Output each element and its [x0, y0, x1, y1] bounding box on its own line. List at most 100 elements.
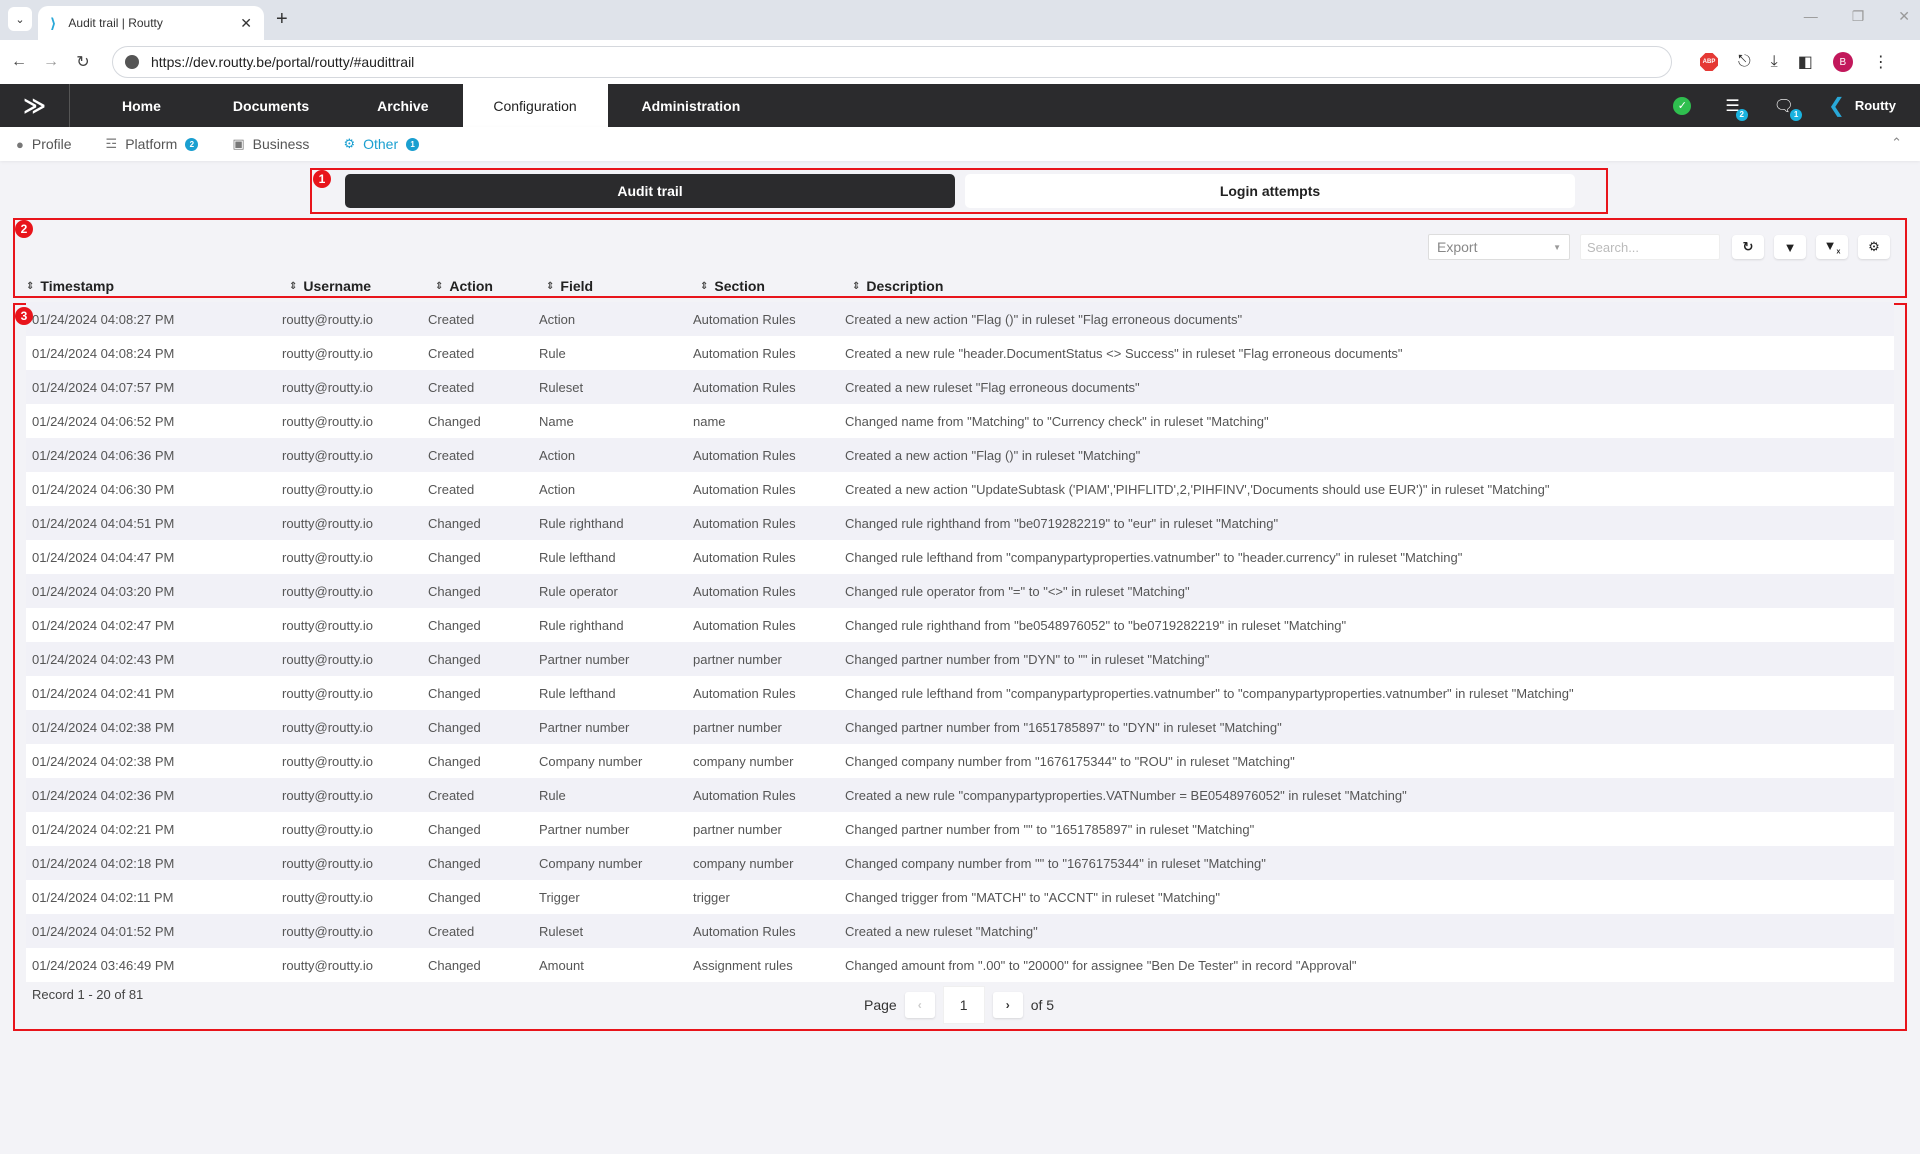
cell-description: Changed trigger from "MATCH" to "ACCNT" …: [845, 889, 1220, 905]
address-bar[interactable]: https://dev.routty.be/portal/routty/#aud…: [112, 46, 1672, 78]
cell-timestamp: 01/24/2024 04:02:38 PM: [32, 753, 175, 769]
cell-timestamp: 01/24/2024 04:06:36 PM: [32, 447, 175, 463]
table-row[interactable]: 01/24/2024 04:01:52 PM routty@routty.io Cr…: [26, 914, 1894, 948]
record-info: Record 1 - 20 of 81: [32, 987, 144, 1002]
filter-button[interactable]: ▼: [1774, 235, 1806, 259]
minimize-icon[interactable]: —: [1804, 8, 1818, 25]
table-row[interactable]: 01/24/2024 04:02:21 PM routty@routty.io Ch…: [26, 812, 1894, 846]
cell-action: Changed: [428, 957, 481, 973]
close-tab-icon[interactable]: ✕: [240, 15, 252, 32]
table-header: ⇕ Timestamp ⇕ Username ⇕ Action ⇕ Field ⇕ Sec…: [26, 275, 1886, 297]
nav-archive[interactable]: Archive: [343, 84, 462, 127]
cell-action: Created: [428, 379, 475, 395]
download-icon[interactable]: ⤓: [1771, 53, 1778, 71]
table-row[interactable]: 01/24/2024 04:06:52 PM routty@routty.io Ch…: [26, 404, 1894, 438]
cell-action: Changed: [428, 685, 481, 701]
search-input[interactable]: [1580, 234, 1720, 260]
column-label: Username: [303, 278, 372, 294]
table-row[interactable]: 01/24/2024 04:08:27 PM routty@routty.io Cr…: [26, 302, 1894, 336]
page-label: Page: [864, 997, 897, 1013]
reload-icon[interactable]: ↻: [74, 52, 92, 72]
messages-button[interactable]: 🗨 1: [1774, 96, 1803, 121]
subnav-platform[interactable]: ☲ Platform 2: [106, 136, 199, 152]
chevron-down-icon: ⌄: [15, 13, 25, 26]
new-tab-button[interactable]: +: [276, 8, 288, 31]
table-row[interactable]: 01/24/2024 04:02:47 PM routty@routty.io Ch…: [26, 608, 1894, 642]
table-row[interactable]: 01/24/2024 04:02:38 PM routty@routty.io Ch…: [26, 710, 1894, 744]
column-section[interactable]: ⇕ Section: [700, 275, 852, 297]
column-timestamp[interactable]: ⇕ Timestamp: [26, 275, 289, 297]
cell-field: Company number: [539, 753, 643, 769]
window-close-icon[interactable]: ✕: [1898, 8, 1910, 25]
browser-tab[interactable]: ⟩ Audit trail | Routty ✕: [38, 6, 264, 40]
back-icon[interactable]: ←: [10, 53, 28, 71]
subnav-business[interactable]: ▣ Business: [232, 136, 309, 152]
extensions-icon[interactable]: ⎋: [1738, 53, 1751, 71]
table-row[interactable]: 01/24/2024 04:02:38 PM routty@routty.io Ch…: [26, 744, 1894, 778]
nav-administration[interactable]: Administration: [608, 84, 775, 127]
table-row[interactable]: 01/24/2024 04:08:24 PM routty@routty.io Cr…: [26, 336, 1894, 370]
tab-search-button[interactable]: ⌄: [8, 7, 32, 31]
table-row[interactable]: 01/24/2024 04:04:51 PM routty@routty.io Ch…: [26, 506, 1894, 540]
table-row[interactable]: 01/24/2024 04:06:36 PM routty@routty.io Cr…: [26, 438, 1894, 472]
collapse-chevron-up-icon[interactable]: ⌃: [1891, 135, 1902, 151]
prev-page-button[interactable]: ‹: [904, 992, 935, 1018]
settings-button[interactable]: ⚙: [1858, 235, 1890, 259]
table-row[interactable]: 01/24/2024 04:06:30 PM routty@routty.io Cr…: [26, 472, 1894, 506]
table-row[interactable]: 01/24/2024 04:03:20 PM routty@routty.io Ch…: [26, 574, 1894, 608]
nav-configuration[interactable]: Configuration: [462, 84, 608, 127]
subnav-profile[interactable]: ● Profile: [16, 136, 72, 152]
side-panel-icon[interactable]: ◧: [1798, 52, 1813, 72]
cell-description: Changed rule lefthand from "companyparty…: [845, 549, 1463, 565]
tab-audit-trail[interactable]: Audit trail: [345, 174, 955, 208]
cell-description: Changed company number from "1676175344"…: [845, 753, 1295, 769]
table-row[interactable]: 01/24/2024 04:07:57 PM routty@routty.io Cr…: [26, 370, 1894, 404]
cell-timestamp: 01/24/2024 04:07:57 PM: [32, 379, 175, 395]
tab-login-attempts[interactable]: Login attempts: [965, 174, 1575, 208]
table-row[interactable]: 01/24/2024 04:02:41 PM routty@routty.io Ch…: [26, 676, 1894, 710]
cell-field: Action: [539, 311, 576, 327]
tasks-button[interactable]: ☰ 2: [1725, 96, 1748, 121]
profile-avatar[interactable]: B: [1832, 52, 1853, 72]
cell-section: Automation Rules: [693, 923, 796, 939]
next-page-button[interactable]: ›: [992, 992, 1023, 1018]
table-row[interactable]: 01/24/2024 04:04:47 PM routty@routty.io Ch…: [26, 540, 1894, 574]
nav-home[interactable]: Home: [70, 84, 199, 127]
restore-icon[interactable]: ❐: [1852, 8, 1865, 25]
column-description[interactable]: ⇕ Description: [852, 275, 1886, 297]
cell-timestamp: 01/24/2024 04:04:47 PM: [32, 549, 175, 565]
table-row[interactable]: 01/24/2024 04:02:11 PM routty@routty.io Ch…: [26, 880, 1894, 914]
cell-action: Changed: [428, 515, 481, 531]
site-info-icon[interactable]: [125, 55, 139, 69]
cell-username: routty@routty.io: [282, 481, 373, 497]
table-row[interactable]: 01/24/2024 04:02:43 PM routty@routty.io Ch…: [26, 642, 1894, 676]
cell-section: Automation Rules: [693, 617, 796, 633]
table-row[interactable]: 01/24/2024 04:02:36 PM routty@routty.io Cr…: [26, 778, 1894, 812]
column-field[interactable]: ⇕ Field: [546, 275, 700, 297]
subnav-other[interactable]: ⚙ Other 1: [343, 136, 420, 152]
column-action[interactable]: ⇕ Action: [435, 275, 546, 297]
account-menu[interactable]: ❮ Routty: [1828, 93, 1896, 118]
refresh-button[interactable]: ↻: [1732, 235, 1764, 259]
browser-menu-icon[interactable]: ⋮: [1873, 52, 1889, 72]
forward-icon[interactable]: →: [42, 53, 60, 71]
clear-filter-button[interactable]: ▼x: [1816, 235, 1848, 259]
routty-logo-icon[interactable]: ≫: [0, 84, 70, 127]
briefcase-icon: ▣: [232, 136, 245, 151]
cell-section: company number: [693, 753, 794, 769]
table-row[interactable]: 01/24/2024 03:46:49 PM routty@routty.io Ch…: [26, 948, 1894, 982]
cell-timestamp: 01/24/2024 04:02:18 PM: [32, 855, 175, 871]
column-username[interactable]: ⇕ Username: [289, 275, 435, 297]
adblock-extension-icon[interactable]: ABP: [1700, 53, 1718, 71]
nav-documents[interactable]: Documents: [199, 84, 343, 127]
cell-field: Rule: [539, 345, 566, 361]
cell-section: Automation Rules: [693, 583, 796, 599]
url-text: https://dev.routty.be/portal/routty/#aud…: [151, 54, 415, 70]
cell-action: Created: [428, 481, 475, 497]
page-number-input[interactable]: [942, 986, 985, 1024]
cell-field: Amount: [539, 957, 584, 973]
status-ok-icon[interactable]: ✓: [1673, 96, 1692, 115]
user-icon: ●: [16, 136, 24, 152]
export-dropdown[interactable]: Export ▼: [1428, 234, 1570, 260]
table-row[interactable]: 01/24/2024 04:02:18 PM routty@routty.io Ch…: [26, 846, 1894, 880]
